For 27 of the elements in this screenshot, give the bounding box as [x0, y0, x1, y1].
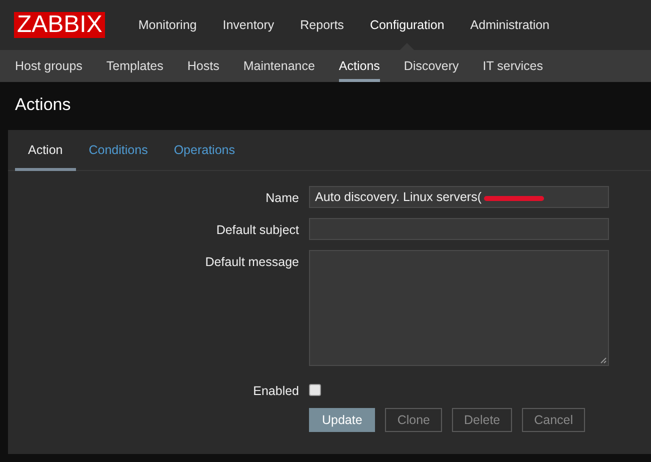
zabbix-logo[interactable]: ZABBIX	[14, 12, 106, 38]
main-menu-item[interactable]: Administration	[457, 0, 562, 50]
main-menu-item[interactable]: Inventory	[210, 0, 288, 50]
sub-menu-item[interactable]: Templates	[94, 50, 176, 82]
tab[interactable]: Conditions	[76, 130, 161, 170]
main-menu-item[interactable]: Monitoring	[125, 0, 210, 50]
field-label: Enabled	[252, 383, 299, 398]
name-field[interactable]: Auto discovery. Linux servers(	[309, 186, 609, 208]
field-label: Default subject	[215, 222, 299, 239]
main-menu-item[interactable]: Reports	[287, 0, 357, 50]
sub-menu-item[interactable]: IT services	[470, 50, 555, 82]
field-label: Default message	[204, 254, 299, 271]
subject-field[interactable]	[309, 218, 609, 240]
action-button[interactable]: Cancel	[522, 408, 586, 432]
action-button[interactable]: Clone	[385, 408, 442, 432]
sub-menu-item[interactable]: Discovery	[392, 50, 471, 82]
sub-menu-item[interactable]: Hosts	[175, 50, 232, 82]
resize-grip-icon[interactable]	[600, 357, 607, 364]
page-title: Actions	[15, 95, 71, 115]
action-button[interactable]: Delete	[452, 408, 512, 432]
sub-menu-item[interactable]: Maintenance	[231, 50, 327, 82]
tab[interactable]: Operations	[160, 130, 248, 170]
tab[interactable]: Action	[15, 130, 76, 170]
sub-menu-item[interactable]: Host groups	[3, 50, 94, 82]
field-label: Name	[264, 190, 299, 207]
sub-menu-item[interactable]: Actions	[326, 50, 392, 82]
enabled-checkbox[interactable]	[309, 384, 321, 396]
